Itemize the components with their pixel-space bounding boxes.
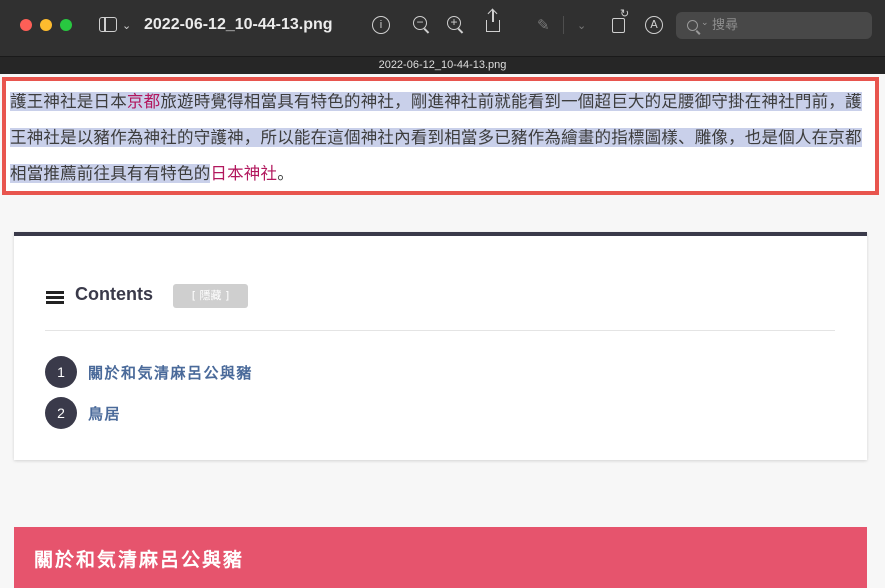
window-toolbar: ⌄ 2022-06-12_10-44-13.png i − + ✎ ⌄ A ⌄ — [0, 0, 885, 57]
sidebar-toggle-icon[interactable] — [99, 17, 117, 32]
list-icon — [46, 291, 64, 305]
toc-item-number: 1 — [45, 356, 77, 388]
toolbar-divider — [563, 16, 564, 34]
chevron-down-icon[interactable]: ⌄ — [122, 19, 131, 32]
zoom-window-button[interactable] — [60, 19, 72, 31]
info-icon-glyph: i — [379, 19, 383, 31]
selection-rectangle[interactable]: 護王神社是日本京都旅遊時覺得相當具有特色的神社，剛進神社前就能看到一個超巨大的足… — [2, 77, 879, 195]
zoom-in-glyph: + — [450, 15, 458, 29]
search-options-chevron-icon[interactable]: ⌄ — [701, 18, 709, 28]
document-tab: 2022-06-12_10-44-13.png — [0, 57, 885, 74]
toc-item-link[interactable]: 鳥居 — [88, 403, 121, 424]
toc-hide-toggle[interactable]: [ 隱藏 ] — [173, 284, 248, 308]
paragraph-text-1: 護王神社是日本 — [10, 92, 127, 111]
toc-divider — [45, 330, 835, 331]
toc-item-link[interactable]: 關於和気清麻呂公與豬 — [88, 362, 253, 383]
share-icon[interactable] — [486, 10, 500, 32]
info-icon[interactable]: i — [372, 16, 390, 34]
search-input[interactable] — [712, 12, 862, 39]
markup-icon[interactable]: A — [645, 16, 663, 34]
close-window-button[interactable] — [20, 19, 32, 31]
zoom-in-icon[interactable]: + — [447, 15, 461, 30]
toc-item-number: 2 — [45, 397, 77, 429]
search-icon — [687, 20, 698, 31]
zoom-out-glyph: − — [416, 15, 424, 29]
section-heading: 關於和気清麻呂公與豬 — [34, 549, 245, 571]
markup-icon-glyph: A — [650, 18, 658, 31]
window-title: 2022-06-12_10-44-13.png — [144, 16, 333, 33]
paragraph-text-3: 。 — [277, 164, 294, 183]
kyoto-link[interactable]: 京都 — [127, 92, 160, 111]
zoom-out-icon[interactable]: − — [413, 15, 427, 30]
highlight-pen-icon[interactable]: ✎ — [537, 16, 551, 34]
section-heading-bar: 關於和気清麻呂公與豬 — [14, 527, 867, 588]
japan-shrine-link[interactable]: 日本神社 — [210, 164, 277, 183]
highlight-chevron-icon[interactable]: ⌄ — [577, 19, 586, 32]
toc-title: Contents — [75, 284, 153, 304]
highlighted-text: 護王神社是日本京都旅遊時覺得相當具有特色的神社，剛進神社前就能看到一個超巨大的足… — [10, 92, 862, 183]
rotate-icon[interactable] — [612, 7, 629, 33]
minimize-window-button[interactable] — [40, 19, 52, 31]
article-paragraph: 護王神社是日本京都旅遊時覺得相當具有特色的神社，剛進神社前就能看到一個超巨大的足… — [10, 84, 871, 192]
search-field[interactable]: ⌄ — [676, 12, 872, 39]
image-canvas: 護王神社是日本京都旅遊時覺得相當具有特色的神社，剛進神社前就能看到一個超巨大的足… — [0, 74, 885, 588]
table-of-contents: Contents [ 隱藏 ] 1 關於和気清麻呂公與豬 2 鳥居 — [14, 232, 867, 460]
